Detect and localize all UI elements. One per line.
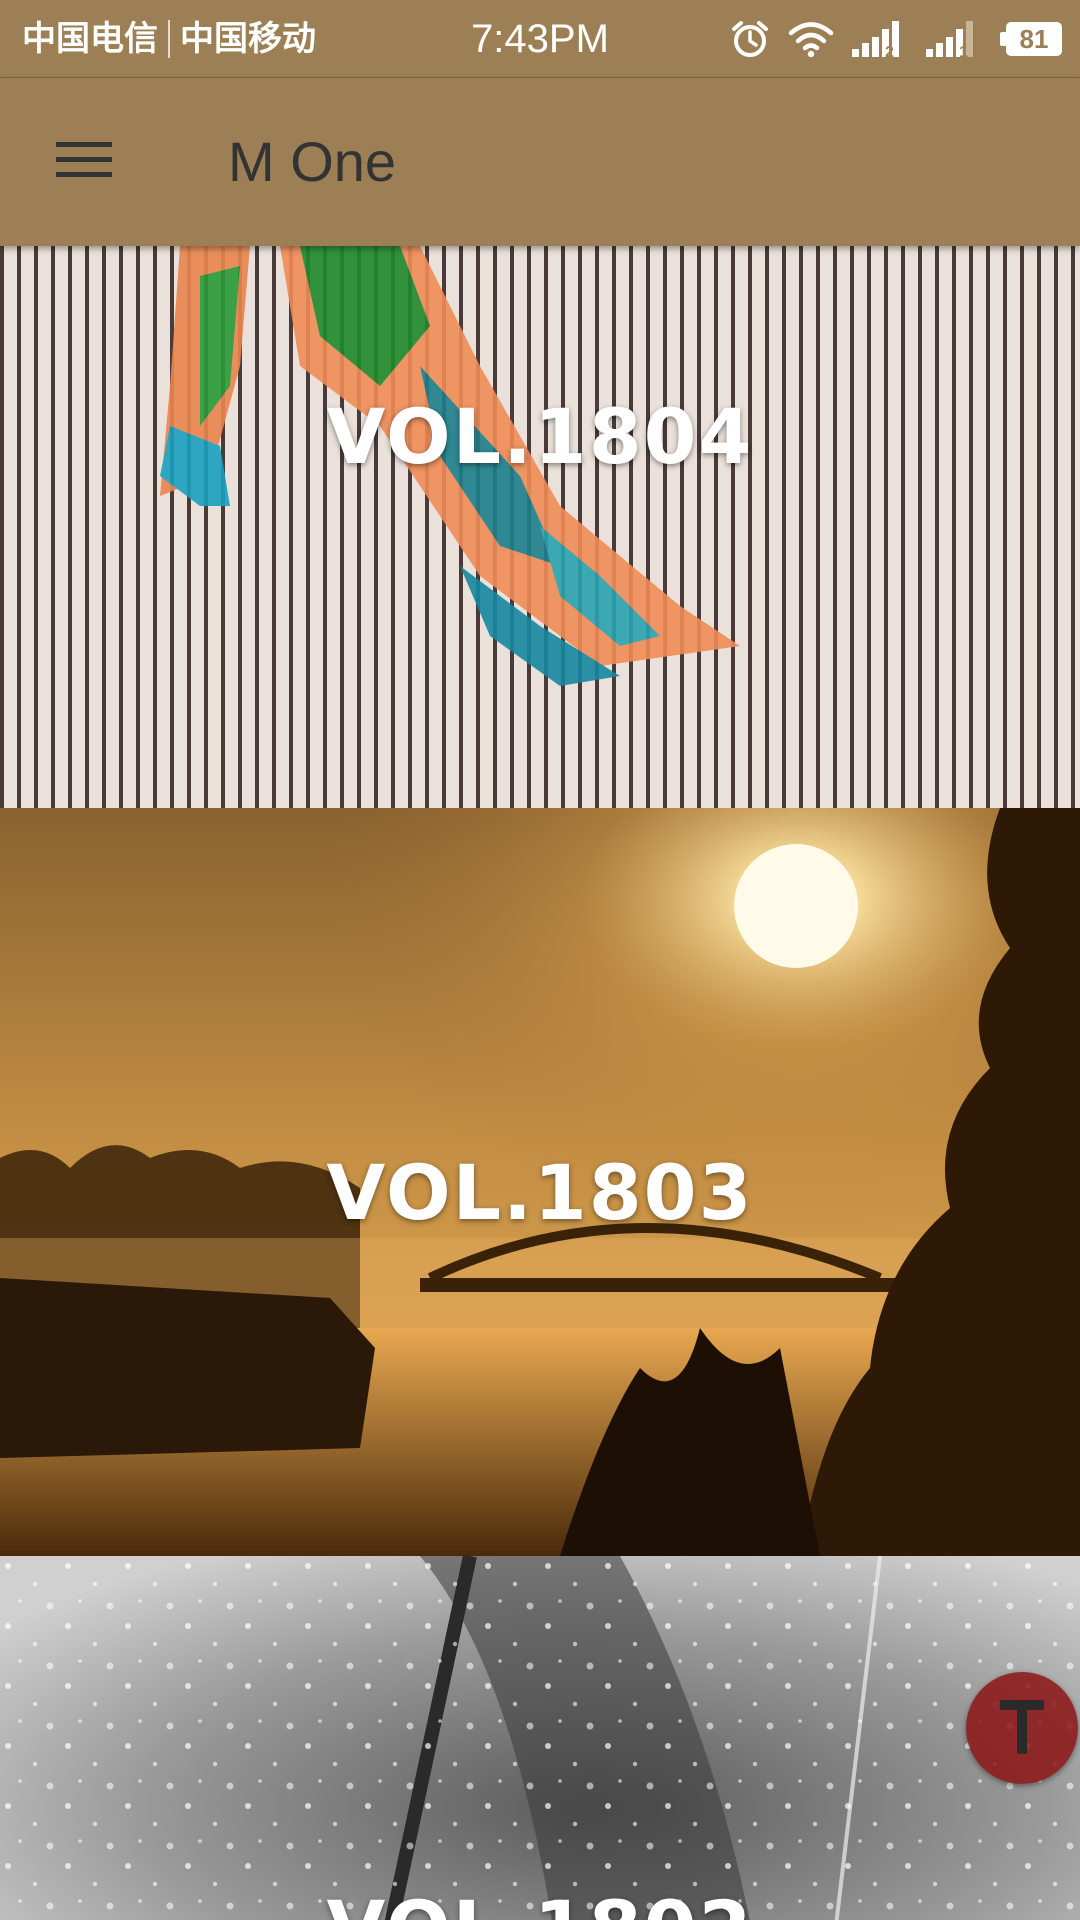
signal-icon: 2 xyxy=(852,19,908,59)
hamburger-menu-icon xyxy=(56,140,112,184)
signal-icon: 1 xyxy=(926,19,982,59)
sim-1-label: 2 xyxy=(885,44,894,59)
wifi-icon xyxy=(788,20,834,58)
volume-label: VOL.1803 xyxy=(326,1148,754,1237)
status-bar: 中国电信 中国移动 7:43PM 2 1 81 xyxy=(0,0,1080,78)
volume-cover-image xyxy=(0,246,1080,808)
volume-label: VOL.1804 xyxy=(326,392,754,481)
status-icons: 2 1 81 xyxy=(730,14,1062,64)
app-title: M One xyxy=(228,130,397,193)
hammer-icon xyxy=(994,1694,1050,1762)
sim-2-label: 1 xyxy=(959,44,968,59)
volume-card[interactable]: VOL.1804 xyxy=(0,246,1080,808)
menu-button[interactable] xyxy=(36,122,132,202)
volume-list[interactable]: VOL.1804 VOL.1803 xyxy=(0,246,1080,1920)
floating-action-button[interactable] xyxy=(966,1672,1078,1784)
alarm-icon xyxy=(730,19,770,59)
app-bar: M One xyxy=(0,78,1080,246)
battery-level: 81 xyxy=(1006,22,1062,56)
volume-cover-image xyxy=(0,1556,1080,1920)
volume-card[interactable]: VOL.1802 xyxy=(0,1556,1080,1920)
volume-card[interactable]: VOL.1803 xyxy=(0,808,1080,1556)
volume-label: VOL.1802 xyxy=(0,1884,1080,1920)
battery-icon: 81 xyxy=(1000,22,1062,56)
